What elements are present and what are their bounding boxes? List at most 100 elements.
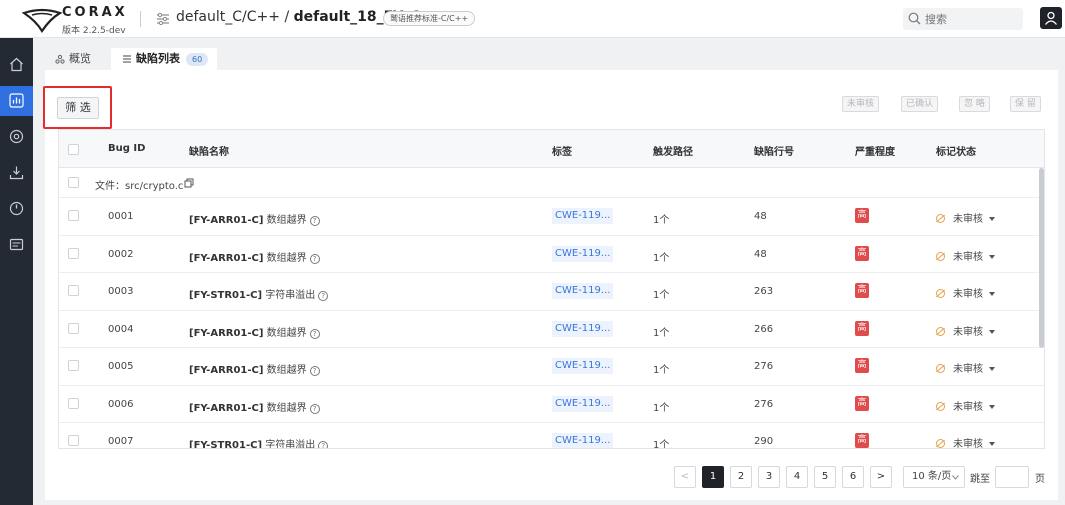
cwe-tag[interactable]: CWE-119... bbox=[552, 245, 614, 262]
project-settings-icon[interactable] bbox=[156, 12, 170, 26]
table-header: Bug ID 缺陷名称 标签 触发路径 缺陷行号 严重程度 标记状态 bbox=[59, 130, 1044, 168]
cwe-tag[interactable]: CWE-119... bbox=[552, 433, 614, 448]
copy-icon[interactable] bbox=[184, 178, 194, 188]
file-group-checkbox[interactable] bbox=[68, 177, 79, 188]
row-checkbox[interactable] bbox=[68, 247, 79, 259]
mark-status-dropdown[interactable]: 未审核 bbox=[936, 323, 995, 338]
cwe-tag[interactable]: CWE-119... bbox=[552, 208, 614, 224]
column-header-severity[interactable]: 严重程度 bbox=[855, 143, 895, 158]
help-icon[interactable]: ? bbox=[309, 328, 320, 339]
bug-id: 0001 bbox=[108, 211, 134, 222]
sidebar-item-dashboard[interactable] bbox=[0, 194, 33, 224]
defect-name[interactable]: [FY-STR01-C] 字符串溢出? bbox=[189, 286, 329, 301]
row-checkbox[interactable] bbox=[68, 285, 79, 296]
trigger-path-count[interactable]: 1个 bbox=[653, 361, 669, 376]
defect-name[interactable]: [FY-ARR01-C] 数组越界? bbox=[189, 361, 320, 376]
mark-ignore-button[interactable]: 忽 略 bbox=[959, 96, 990, 112]
cwe-tag[interactable]: CWE-119... bbox=[552, 395, 614, 412]
trigger-path-count[interactable]: 1个 bbox=[653, 211, 669, 226]
defect-title: 数组越界 bbox=[266, 365, 307, 376]
mark-status-dropdown[interactable]: 未审核 bbox=[936, 248, 995, 263]
table-row[interactable]: 0002 [FY-ARR01-C] 数组越界? CWE-119... 1个 48 高 未审核 bbox=[59, 236, 1044, 273]
goto-label: 跳至 bbox=[970, 474, 990, 485]
help-icon[interactable]: ? bbox=[309, 403, 320, 414]
trigger-path-count[interactable]: 1个 bbox=[653, 399, 669, 414]
left-sidebar bbox=[0, 38, 33, 505]
table-scrollbar[interactable] bbox=[1039, 168, 1044, 348]
mark-unreviewed-button[interactable]: 未审核 bbox=[842, 96, 880, 112]
goto-page-input[interactable] bbox=[995, 466, 1029, 488]
row-checkbox[interactable] bbox=[68, 322, 79, 334]
trigger-path-count[interactable]: 1个 bbox=[653, 249, 669, 264]
column-header-bug-id[interactable]: Bug ID bbox=[108, 143, 145, 154]
chart-icon bbox=[9, 93, 24, 108]
table-row[interactable]: 0007 [FY-STR01-C] 字符串溢出? CWE-119... 1个 290 高 未… bbox=[59, 423, 1044, 448]
column-header-trigger-path[interactable]: 触发路径 bbox=[653, 143, 693, 158]
page-button-3[interactable]: 3 bbox=[758, 466, 780, 488]
sidebar-item-download[interactable] bbox=[0, 158, 33, 188]
mark-confirmed-button[interactable]: 已确认 bbox=[901, 96, 939, 112]
bug-id: 0003 bbox=[108, 286, 134, 297]
trigger-path-count[interactable]: 1个 bbox=[653, 324, 669, 339]
table-row[interactable]: 0005 [FY-ARR01-C] 数组越界? CWE-119... 1个 276 高 未审… bbox=[59, 348, 1044, 386]
help-icon[interactable]: ? bbox=[309, 253, 320, 264]
defect-name[interactable]: [FY-ARR01-C] 数组越界? bbox=[189, 249, 320, 264]
user-icon bbox=[1044, 11, 1058, 25]
cwe-tag[interactable]: CWE-119... bbox=[552, 358, 614, 374]
sidebar-item-home[interactable] bbox=[0, 50, 33, 80]
rule-id: [FY-ARR01-C] bbox=[189, 252, 264, 264]
page-button-4[interactable]: 4 bbox=[786, 466, 808, 488]
page-button-2[interactable]: 2 bbox=[730, 466, 752, 488]
select-all-checkbox[interactable] bbox=[68, 144, 79, 155]
filter-button[interactable]: 筛 选 bbox=[57, 97, 99, 119]
help-icon[interactable]: ? bbox=[309, 216, 320, 226]
table-row[interactable]: 0003 [FY-STR01-C] 字符串溢出? CWE-119... 1个 263 高 未… bbox=[59, 273, 1044, 311]
row-checkbox[interactable] bbox=[68, 397, 79, 409]
defect-name[interactable]: [FY-ARR01-C] 数组越界? bbox=[189, 399, 320, 414]
prev-page-button[interactable]: < bbox=[674, 466, 696, 488]
row-checkbox[interactable] bbox=[68, 210, 79, 221]
sidebar-item-terminal[interactable] bbox=[0, 230, 33, 260]
column-header-name[interactable]: 缺陷名称 bbox=[189, 143, 229, 158]
help-icon[interactable]: ? bbox=[318, 441, 329, 448]
search-input[interactable] bbox=[925, 10, 1017, 28]
trigger-path-count[interactable]: 1个 bbox=[653, 436, 669, 448]
page-button-1[interactable]: 1 bbox=[702, 466, 724, 488]
mark-status-dropdown[interactable]: 未审核 bbox=[936, 398, 995, 413]
trigger-path-count[interactable]: 1个 bbox=[653, 286, 669, 301]
column-header-line[interactable]: 缺陷行号 bbox=[754, 143, 794, 158]
table-row[interactable]: 0006 [FY-ARR01-C] 数组越界? CWE-119... 1个 276 高 未审… bbox=[59, 386, 1044, 423]
next-page-button[interactable]: > bbox=[870, 466, 892, 488]
defect-name[interactable]: [FY-STR01-C] 字符串溢出? bbox=[189, 436, 329, 448]
mark-status-dropdown[interactable]: 未审核 bbox=[936, 210, 995, 225]
search-box[interactable] bbox=[903, 8, 1023, 30]
sidebar-item-analysis[interactable] bbox=[0, 86, 33, 116]
page-size-select[interactable]: 10 条/页 bbox=[903, 466, 965, 488]
defect-name[interactable]: [FY-ARR01-C] 数组越界? bbox=[189, 211, 320, 226]
unreviewed-icon bbox=[936, 251, 945, 261]
sidebar-item-settings[interactable] bbox=[0, 122, 33, 152]
user-menu-button[interactable] bbox=[1040, 7, 1062, 29]
column-header-mark-status[interactable]: 标记状态 bbox=[936, 143, 976, 158]
cwe-tag[interactable]: CWE-119... bbox=[552, 320, 614, 337]
row-checkbox[interactable] bbox=[68, 435, 79, 446]
help-icon[interactable]: ? bbox=[309, 366, 320, 376]
defect-title: 字符串溢出 bbox=[265, 290, 316, 301]
page-button-5[interactable]: 5 bbox=[814, 466, 836, 488]
mark-status-dropdown[interactable]: 未审核 bbox=[936, 285, 995, 300]
page-button-6[interactable]: 6 bbox=[842, 466, 864, 488]
row-checkbox[interactable] bbox=[68, 360, 79, 371]
column-header-tag[interactable]: 标签 bbox=[552, 143, 572, 158]
table-row[interactable]: 0001 [FY-ARR01-C] 数组越界? CWE-119... 1个 48 高 未审核 bbox=[59, 198, 1044, 236]
mark-status-dropdown[interactable]: 未审核 bbox=[936, 360, 995, 375]
tab-overview[interactable]: 概览 bbox=[55, 48, 91, 70]
help-icon[interactable]: ? bbox=[318, 291, 329, 301]
tab-defect-list[interactable]: 缺陷列表 60 bbox=[111, 48, 217, 70]
table-row[interactable]: 0004 [FY-ARR01-C] 数组越界? CWE-119... 1个 266 高 未审… bbox=[59, 311, 1044, 348]
breadcrumb-parent[interactable]: default_C/C++ bbox=[176, 9, 280, 25]
mark-keep-button[interactable]: 保 留 bbox=[1010, 96, 1041, 112]
severity-badge: 高 bbox=[855, 245, 869, 261]
defect-name[interactable]: [FY-ARR01-C] 数组越界? bbox=[189, 324, 320, 339]
cwe-tag[interactable]: CWE-119... bbox=[552, 283, 614, 299]
mark-status-dropdown[interactable]: 未审核 bbox=[936, 435, 995, 448]
